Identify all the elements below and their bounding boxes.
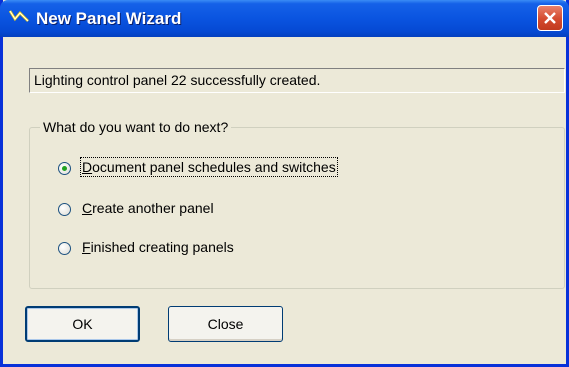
ok-button[interactable]: OK xyxy=(25,306,140,342)
status-message: Lighting control panel 22 successfully c… xyxy=(29,68,565,93)
group-label: What do you want to do next? xyxy=(40,119,232,135)
window-close-button[interactable] xyxy=(537,5,563,31)
radio-button[interactable] xyxy=(58,162,71,175)
radio-selected-dot xyxy=(62,166,67,171)
close-button[interactable]: Close xyxy=(168,306,283,342)
option-label[interactable]: Document panel schedules and switches xyxy=(80,157,338,177)
next-action-group: What do you want to do next? Document pa… xyxy=(29,119,565,289)
status-text: Lighting control panel 22 successfully c… xyxy=(34,72,321,88)
option-label[interactable]: Finished creating panels xyxy=(82,239,234,255)
window-title: New Panel Wizard xyxy=(36,9,182,28)
dialog-window: New Panel Wizard Lighting control panel … xyxy=(0,0,569,367)
radio-button[interactable] xyxy=(58,242,71,255)
title-bar[interactable]: New Panel Wizard xyxy=(0,0,569,37)
option-label[interactable]: Create another panel xyxy=(82,200,214,216)
close-icon xyxy=(544,12,556,24)
wizard-icon xyxy=(8,7,30,25)
radio-button[interactable] xyxy=(58,203,71,216)
